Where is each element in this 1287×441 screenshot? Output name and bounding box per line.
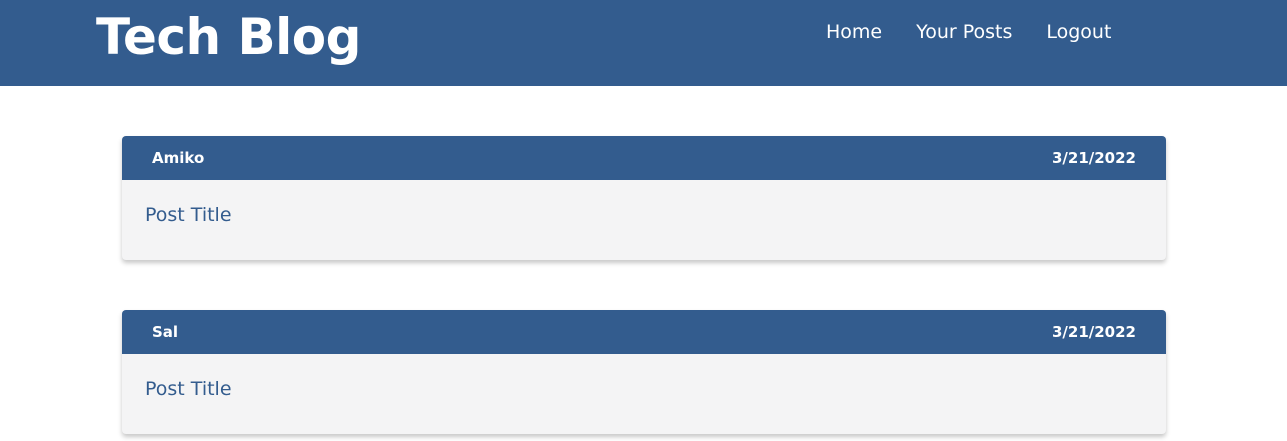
nav-logout-link[interactable]: Logout	[1046, 20, 1111, 44]
post-author: Amiko	[152, 149, 205, 167]
nav-your-posts-link[interactable]: Your Posts	[916, 20, 1012, 44]
post-card-header: Sal 3/21/2022	[122, 310, 1166, 354]
post-date: 3/21/2022	[1051, 149, 1136, 167]
post-card-header: Amiko 3/21/2022	[122, 136, 1166, 180]
site-header: Tech Blog Home Your Posts Logout	[0, 0, 1287, 86]
post-title-link[interactable]: Post Title	[145, 377, 232, 401]
post-author: Sal	[152, 323, 179, 341]
post-card[interactable]: Sal 3/21/2022 Post Title	[122, 310, 1166, 434]
post-card[interactable]: Amiko 3/21/2022 Post Title	[122, 136, 1166, 260]
main-navigation: Home Your Posts Logout	[826, 20, 1111, 44]
nav-home-link[interactable]: Home	[826, 20, 882, 44]
post-title-link[interactable]: Post Title	[145, 203, 232, 227]
post-date: 3/21/2022	[1051, 323, 1136, 341]
site-logo-link[interactable]: Tech Blog	[96, 4, 361, 70]
